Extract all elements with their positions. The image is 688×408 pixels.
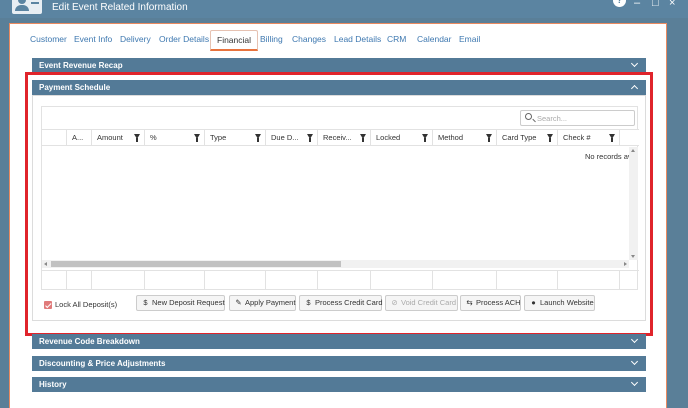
window-titlebar: Edit Event Related Information ? – □ × — [0, 0, 688, 18]
section-discounting[interactable]: Discounting & Price Adjustments — [32, 356, 646, 371]
tab-changes[interactable]: Changes — [292, 34, 326, 44]
chevron-down-icon — [630, 378, 639, 387]
section-revenue-code-breakdown[interactable]: Revenue Code Breakdown — [32, 334, 646, 349]
tab-customer[interactable]: Customer — [30, 34, 67, 44]
section-title: Discounting & Price Adjustments — [39, 359, 166, 368]
tab-lead-details[interactable]: Lead Details — [334, 34, 381, 44]
tab-delivery[interactable]: Delivery — [120, 34, 151, 44]
chevron-down-icon — [630, 357, 639, 366]
tab-billing[interactable]: Billing — [260, 34, 283, 44]
tab-crm[interactable]: CRM — [387, 34, 406, 44]
chevron-down-icon — [630, 335, 639, 344]
tab-order-details[interactable]: Order Details — [159, 34, 209, 44]
highlight-frame — [25, 72, 653, 336]
close-button[interactable]: × — [669, 0, 675, 9]
section-title: Event Revenue Recap — [39, 61, 123, 70]
help-button[interactable]: ? — [613, 0, 626, 7]
dialog-card: Customer Event Info Delivery Order Detai… — [9, 23, 667, 408]
section-history[interactable]: History — [32, 377, 646, 392]
tab-bar: Customer Event Info Delivery Order Detai… — [10, 24, 666, 51]
minimize-button[interactable]: – — [634, 0, 640, 9]
section-title: Revenue Code Breakdown — [39, 337, 140, 346]
chevron-down-icon — [630, 59, 639, 68]
tab-financial[interactable]: Financial — [210, 30, 259, 51]
section-title: History — [39, 380, 67, 389]
tab-email[interactable]: Email — [459, 34, 480, 44]
tab-calendar[interactable]: Calendar — [417, 34, 452, 44]
tab-event-info[interactable]: Event Info — [74, 34, 112, 44]
maximize-button[interactable]: □ — [652, 0, 659, 9]
contact-card-icon — [12, 0, 42, 14]
section-event-revenue-recap[interactable]: Event Revenue Recap — [32, 58, 646, 73]
window-title: Edit Event Related Information — [52, 2, 188, 13]
